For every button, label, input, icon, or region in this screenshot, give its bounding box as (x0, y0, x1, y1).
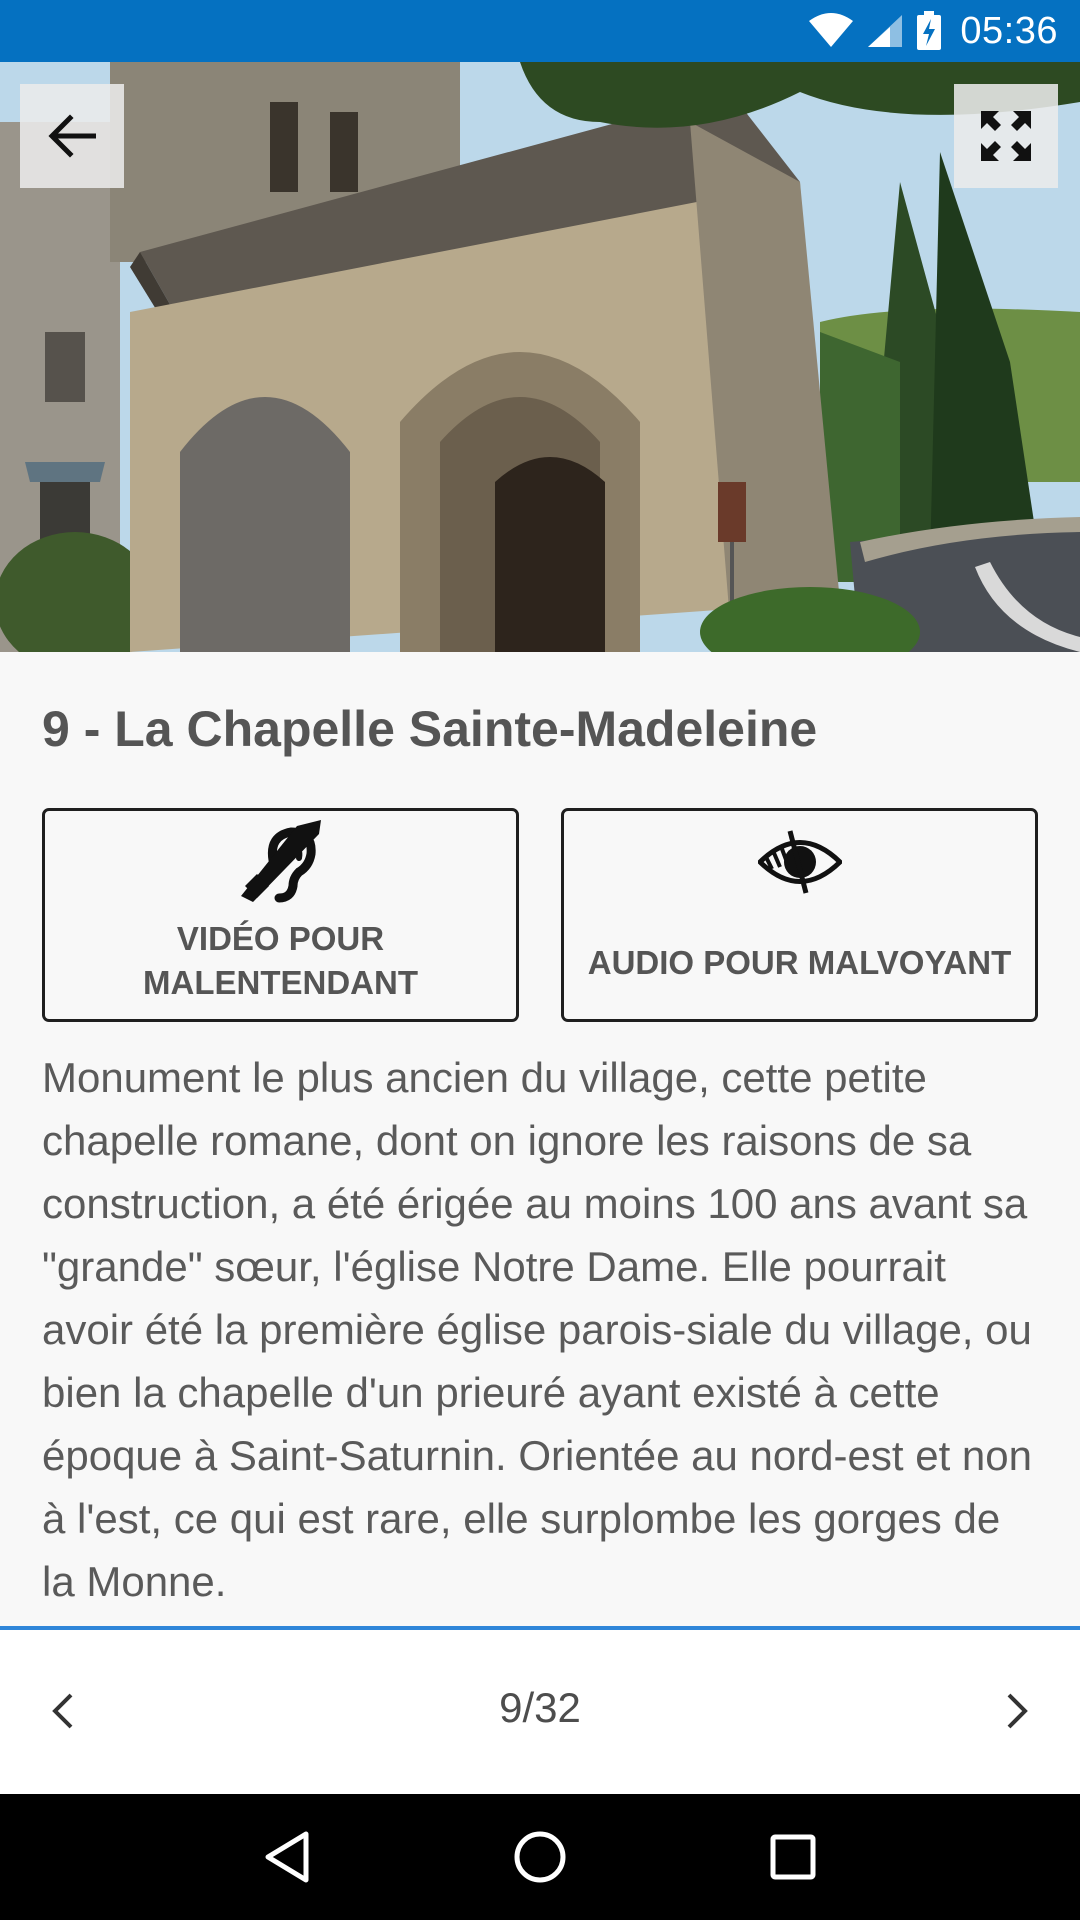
battery-charging-icon (917, 11, 942, 50)
pager-bar: 9/32 (0, 1626, 1080, 1794)
description-text: Monument le plus ancien du village, cett… (42, 1054, 1032, 1605)
back-triangle-icon (265, 1831, 309, 1883)
system-home-button[interactable] (500, 1817, 580, 1897)
audio-button-label: AUDIO POUR MALVOYANT (587, 944, 1012, 981)
hearing-impaired-icon (240, 820, 321, 903)
signal-icon (868, 15, 903, 47)
system-recents-button[interactable] (753, 1817, 833, 1897)
system-back-button[interactable] (247, 1817, 327, 1897)
arrow-back-icon (48, 114, 96, 158)
audio-visually-impaired-button[interactable]: AUDIO POUR MALVOYANT (561, 808, 1038, 1022)
visually-impaired-icon (757, 830, 842, 894)
chapel-photo (0, 62, 1080, 652)
status-bar: 05:36 (0, 0, 1080, 62)
status-icons: 05:36 (808, 10, 1058, 53)
wifi-icon (809, 13, 854, 47)
page-title: 9 - La Chapelle Sainte-Madeleine (42, 701, 818, 757)
chevron-right-icon (1007, 1693, 1028, 1729)
video-label-line2: MALENTENDANT (143, 964, 418, 1001)
access-icon-wrap (239, 817, 323, 907)
video-label-line1: VIDÉO POUR (176, 920, 385, 957)
fullscreen-icon (981, 111, 1031, 161)
video-button-label: VIDÉO POUR MALENTENDANT (143, 917, 418, 1005)
hero-image (0, 62, 1080, 652)
access-icon-wrap (757, 817, 842, 907)
status-time: 05:36 (960, 9, 1058, 52)
home-circle-icon (514, 1831, 566, 1883)
next-button[interactable] (992, 1686, 1042, 1736)
page-counter: 9/32 (499, 1684, 581, 1731)
system-nav-bar (0, 1794, 1080, 1920)
fullscreen-button[interactable] (954, 84, 1058, 188)
video-hearing-impaired-button[interactable]: VIDÉO POUR MALENTENDANT (42, 808, 519, 1022)
recents-square-icon (770, 1834, 816, 1880)
back-button[interactable] (20, 84, 124, 188)
